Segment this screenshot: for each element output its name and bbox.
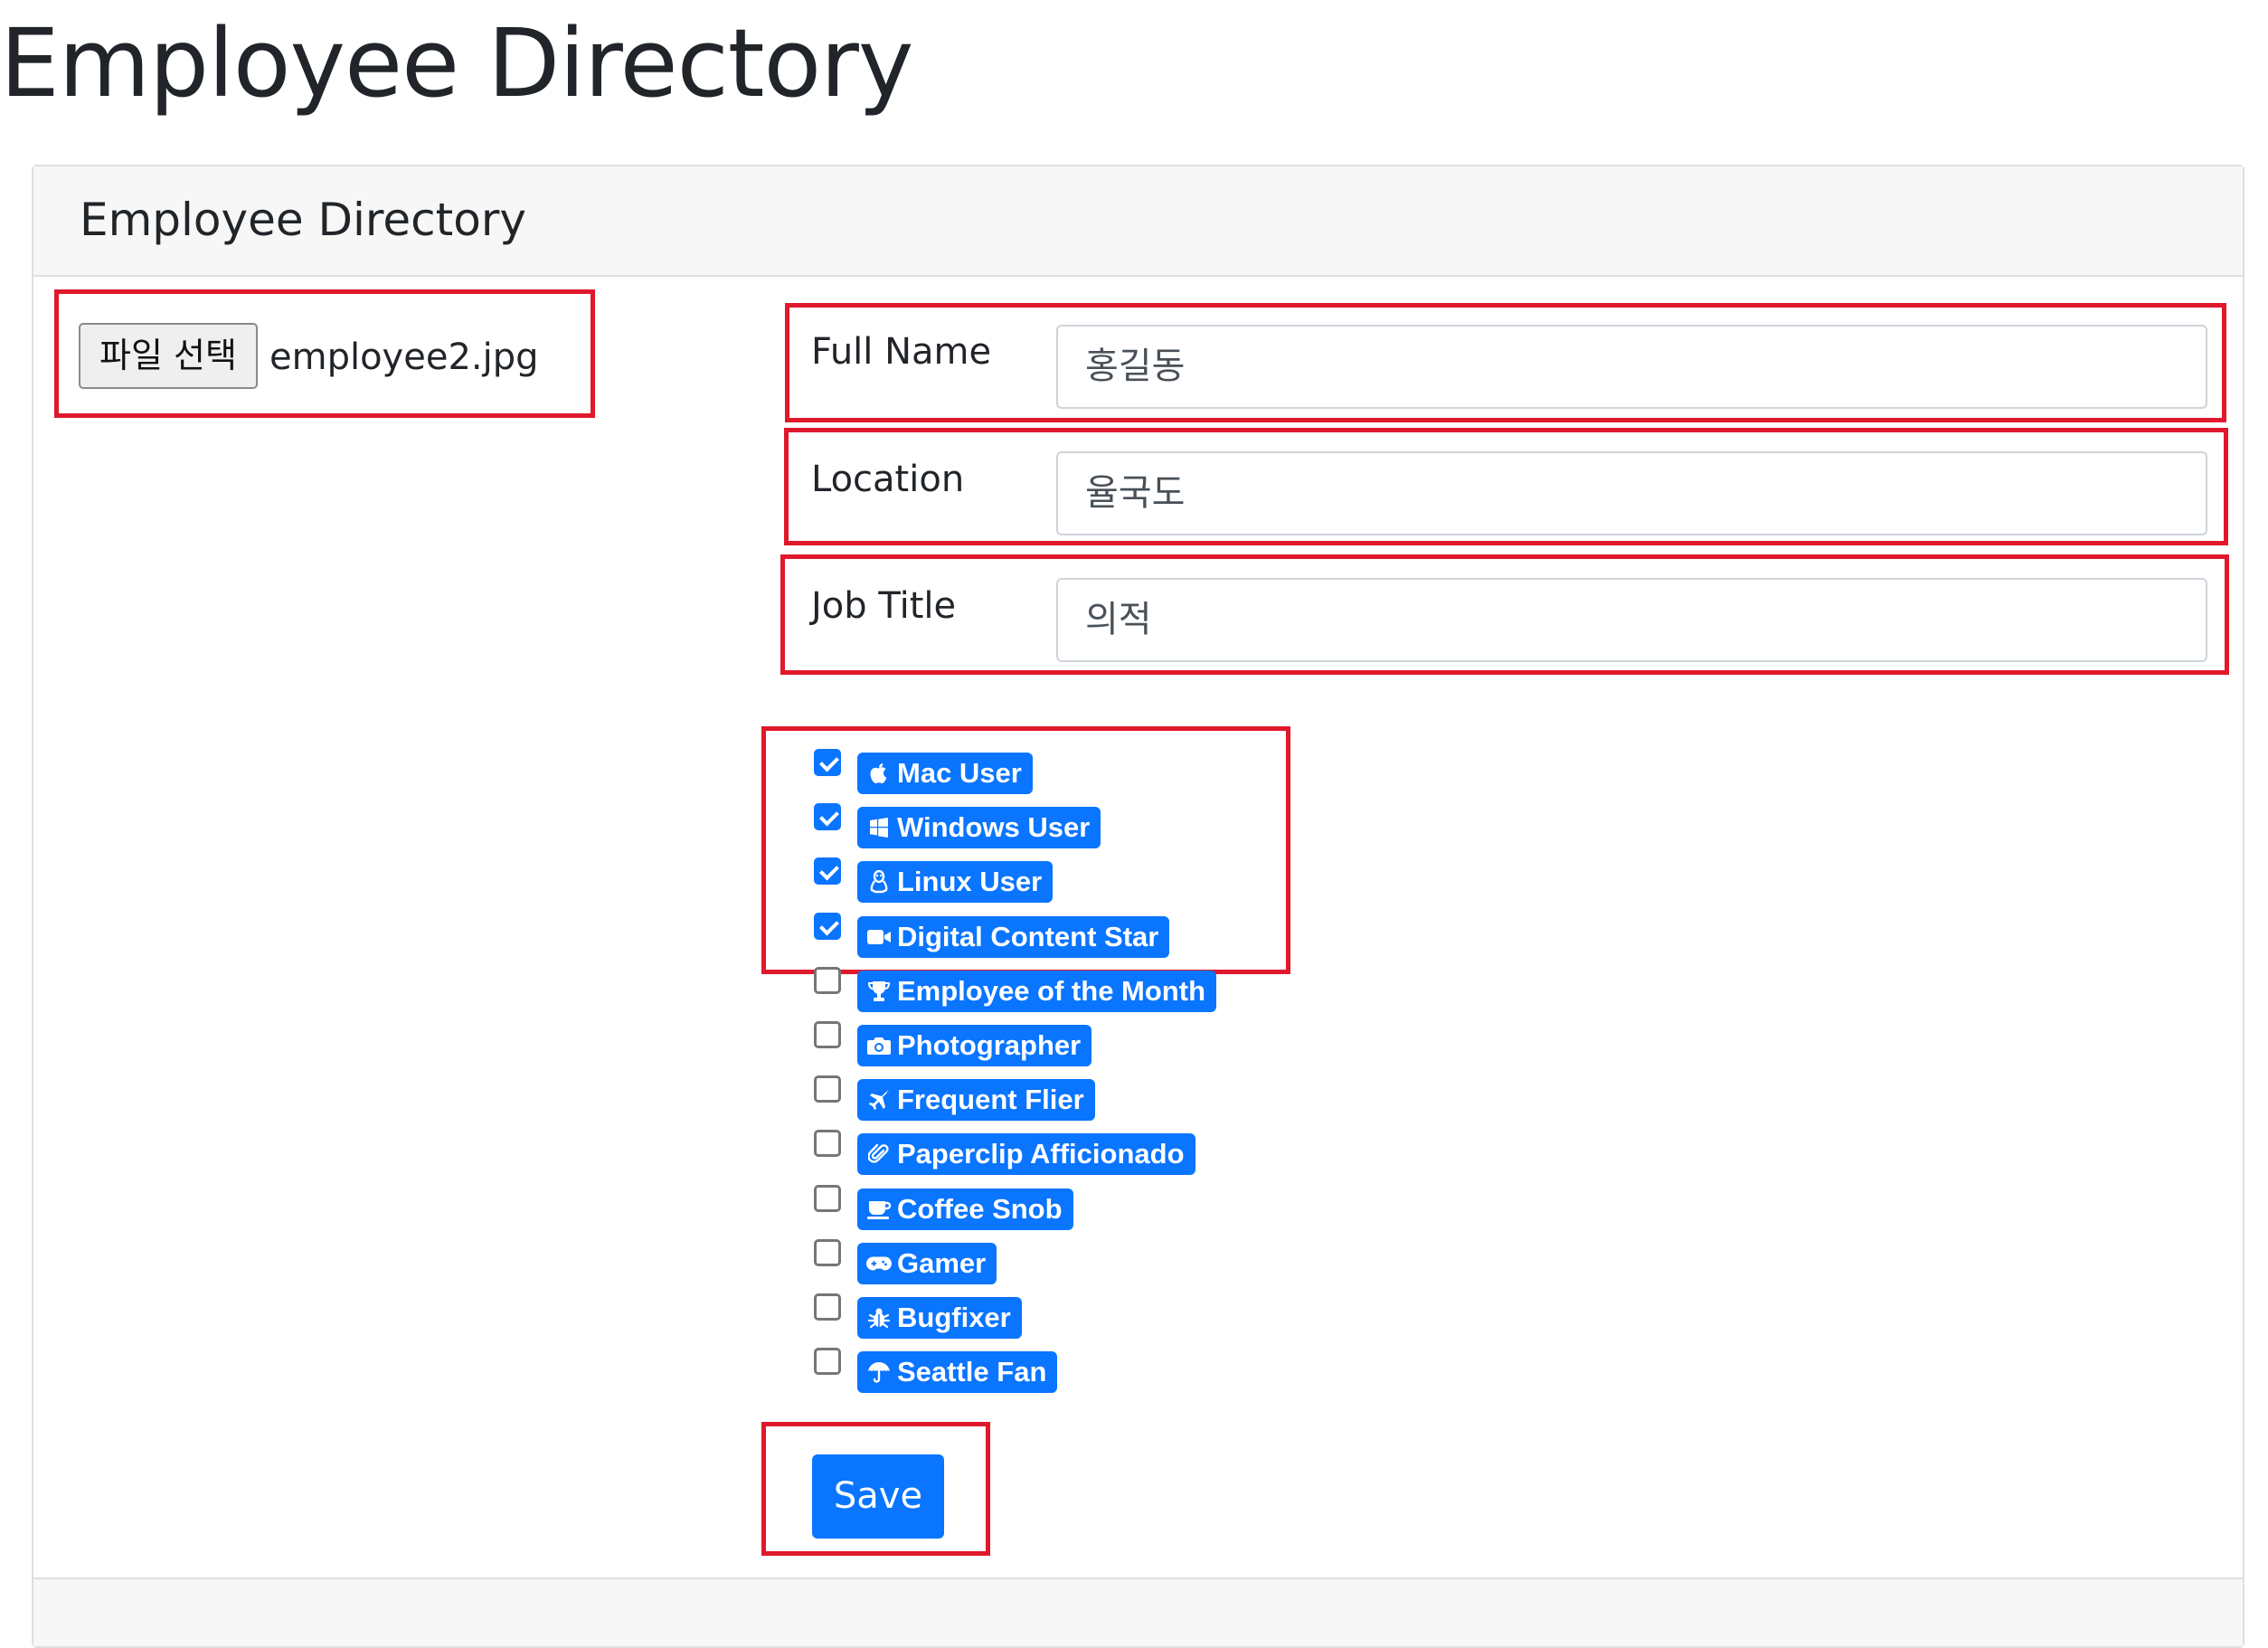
badge-mac-user: Mac User [857,753,1033,794]
badge-label: Linux User [897,866,1043,897]
plane-icon [866,1088,892,1112]
badge-checkbox[interactable] [814,967,841,994]
umbrella-icon [866,1360,892,1384]
video-camera-icon [866,927,892,947]
badge-employee-of-the-month: Employee of the Month [857,971,1216,1012]
badge-coffee-snob: Coffee Snob [857,1189,1073,1230]
card-footer [33,1577,2243,1646]
badge-photographer: Photographer [857,1025,1092,1066]
save-button[interactable]: Save [812,1454,944,1539]
badge-linux-user: Linux User [857,861,1054,903]
badge-seattle-fan: Seattle Fan [857,1351,1058,1393]
badge-checkbox[interactable] [814,1239,841,1266]
badge-digital-content-star: Digital Content Star [857,916,1170,958]
badge-label: Digital Content Star [897,921,1159,952]
badge-gamer: Gamer [857,1243,997,1284]
badge-label: Gamer [897,1247,987,1279]
coffee-icon [866,1198,892,1220]
badge-label: Seattle Fan [897,1356,1047,1388]
apple-icon [866,762,892,785]
choose-file-button[interactable]: 파일 선택 [79,323,258,389]
selected-file-name: employee2.jpg [269,336,539,378]
trophy-icon [866,980,892,1002]
camera-icon [866,1035,892,1056]
badge-checkbox[interactable] [814,857,841,885]
linux-icon [866,870,892,894]
location-label: Location [811,459,965,500]
badge-checkbox[interactable] [814,1021,841,1048]
badge-checkbox[interactable] [814,1185,841,1212]
badge-label: Bugfixer [897,1302,1011,1333]
gamepad-icon [866,1254,892,1274]
job-title-input[interactable]: 의적 [1056,578,2207,662]
badge-checkbox[interactable] [814,1293,841,1321]
badge-checkbox[interactable] [814,1130,841,1157]
card-header-title: Employee Directory [80,194,526,246]
badge-label: Employee of the Month [897,975,1205,1007]
badge-bugfixer: Bugfixer [857,1297,1022,1339]
badge-checkbox[interactable] [814,1075,841,1103]
badge-checkbox[interactable] [814,749,841,776]
full-name-input[interactable]: 홍길동 [1056,325,2207,409]
badge-checkbox[interactable] [814,913,841,940]
badge-label: Frequent Flier [897,1084,1084,1115]
full-name-label: Full Name [811,331,992,373]
bug-icon [866,1306,892,1330]
badge-label: Paperclip Afficionado [897,1138,1185,1170]
badge-frequent-flier: Frequent Flier [857,1079,1095,1121]
badge-label: Photographer [897,1029,1082,1061]
card-header: Employee Directory [33,166,2243,277]
job-title-label: Job Title [811,585,957,627]
badge-label: Mac User [897,757,1022,789]
badge-label: Windows User [897,811,1091,843]
badge-checkbox[interactable] [814,803,841,830]
badge-paperclip-afficionado: Paperclip Afficionado [857,1133,1195,1175]
paperclip-icon [866,1142,892,1166]
location-input[interactable]: 율국도 [1056,451,2207,535]
badge-windows-user: Windows User [857,807,1101,848]
windows-icon [866,817,892,838]
page-title: Employee Directory [0,8,913,118]
badge-checkbox[interactable] [814,1348,841,1375]
badge-label: Coffee Snob [897,1193,1063,1225]
